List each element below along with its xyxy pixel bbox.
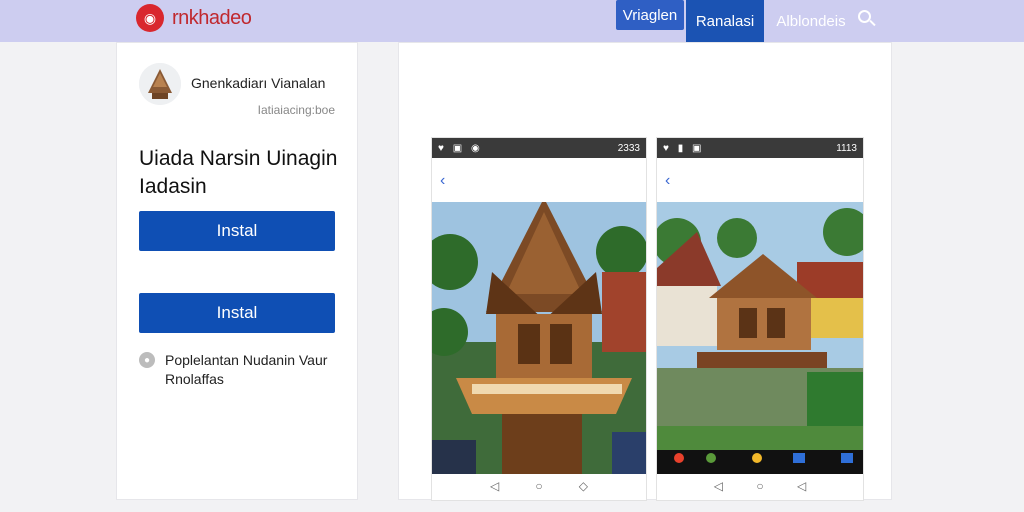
back-arrow-icon[interactable]: ‹: [665, 172, 670, 190]
brand-logo[interactable]: ◉ rnkhadeo: [136, 4, 252, 32]
status-icons-left: ♥ ▣ ◉: [438, 142, 483, 154]
nav-home-icon[interactable]: ○: [535, 479, 542, 493]
android-nav-bar: ◁ ○ ◇: [432, 472, 646, 500]
install-button[interactable]: Instal: [139, 211, 335, 251]
install-button-secondary[interactable]: Instal: [139, 293, 335, 333]
status-time: 1113: [836, 142, 857, 154]
status-bar: ♥ ▣ ◉ 2333: [432, 138, 646, 158]
app-subtitle: Iatiaiacing:boe: [257, 103, 335, 117]
nav-recents-icon[interactable]: ◁: [797, 479, 806, 493]
screenshots-panel: ♥ ▣ ◉ 2333 ‹ ◁ ○ ◇ ♥ ▮ ▣ 1113 ‹ ◁ ○ ◁: [398, 42, 892, 501]
app-title: Uiada Narsin Uinagin Iadasin: [139, 147, 338, 198]
logo-text: rnkhadeo: [172, 6, 252, 29]
back-arrow-icon[interactable]: ‹: [440, 172, 445, 190]
screenshot-image-house: [432, 202, 646, 474]
status-time: 2333: [617, 142, 640, 154]
nav-tab-2[interactable]: Ranalasi: [686, 0, 764, 42]
nav-back-icon[interactable]: ◁: [490, 479, 499, 493]
nav-tab-1[interactable]: Vriaglen: [616, 0, 684, 30]
nav-recents-icon[interactable]: ◇: [579, 479, 588, 493]
app-info-panel: Gnenkadiarı Vianalan Iatiaiacing:boe Uia…: [116, 42, 358, 500]
nav-back-icon[interactable]: ◁: [714, 479, 723, 493]
logo-icon: ◉: [136, 4, 164, 32]
screenshot-2[interactable]: ♥ ▮ ▣ 1113 ‹ ◁ ○ ◁: [656, 137, 864, 501]
app-icon: [139, 63, 181, 105]
app-note: Poplelantan Nudanin Vaur Rnolaffas: [165, 352, 328, 387]
nav-home-icon[interactable]: ○: [756, 479, 763, 493]
info-icon: ●: [139, 352, 155, 368]
status-bar: ♥ ▮ ▣ 1113: [657, 138, 863, 158]
developer-name[interactable]: Gnenkadiarı Vianalan: [191, 75, 325, 91]
top-bar: ◉ rnkhadeo Vriaglen Ranalasi Alblondeis: [0, 0, 1024, 42]
android-nav-bar: ◁ ○ ◁: [657, 472, 863, 500]
nav-tab-3[interactable]: Alblondeis: [775, 0, 847, 42]
status-icons-left: ♥ ▮ ▣: [663, 142, 705, 154]
search-icon[interactable]: [856, 8, 876, 30]
screenshot-1[interactable]: ♥ ▣ ◉ 2333 ‹ ◁ ○ ◇: [431, 137, 647, 501]
screenshot-image-village: [657, 202, 863, 474]
